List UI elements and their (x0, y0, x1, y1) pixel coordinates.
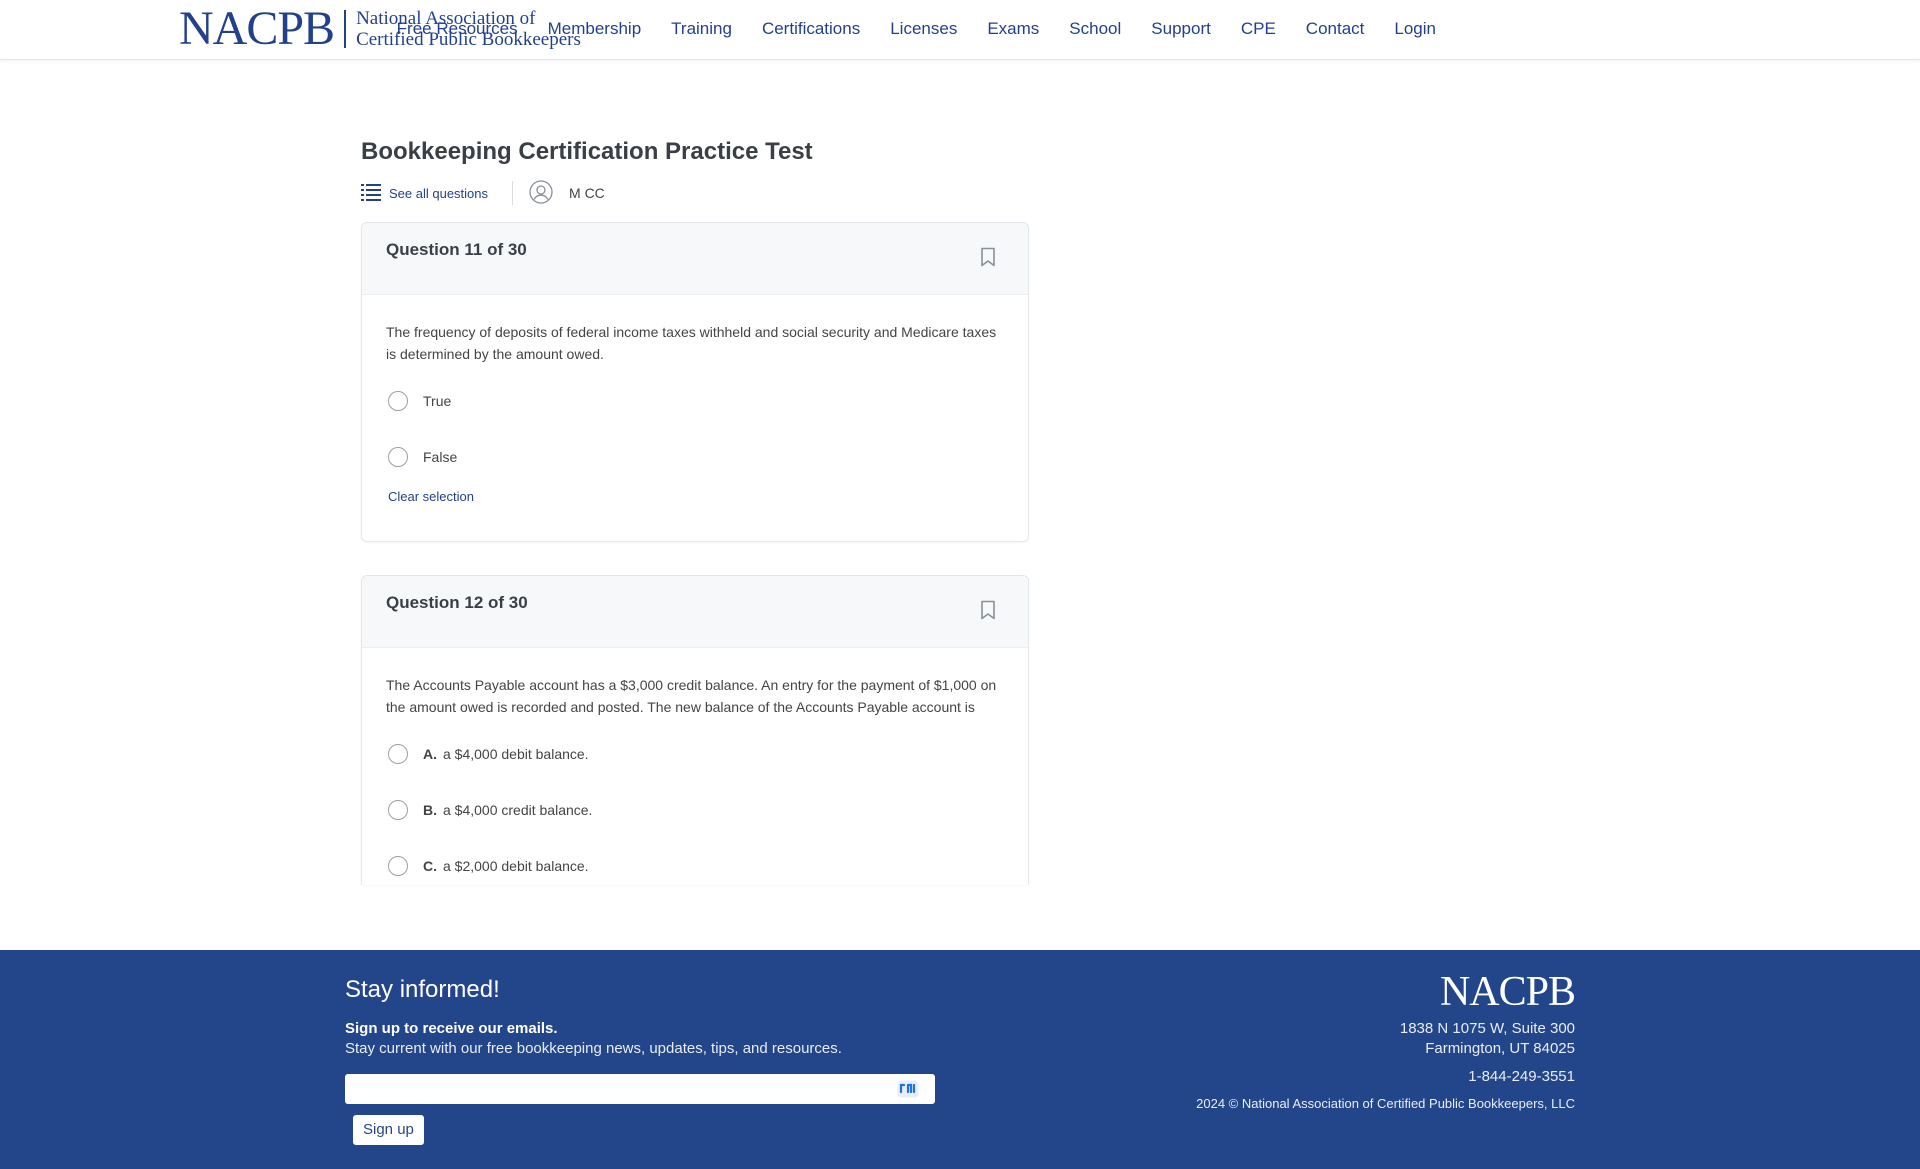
email-field[interactable] (345, 1074, 935, 1104)
test-meta-row: See all questions M CC (361, 179, 1029, 207)
user-info: M CC (529, 179, 605, 207)
site-footer: Stay informed! Sign up to receive our em… (0, 950, 1920, 1169)
meta-divider (512, 181, 514, 205)
answer-option-false[interactable]: False (386, 445, 1004, 469)
question-card: Question 12 of 30 The Accounts Payable a… (361, 575, 1029, 885)
nav-free-resources[interactable]: Free Resources (397, 19, 518, 39)
nav-cpe[interactable]: CPE (1241, 19, 1276, 39)
option-letter: C. (423, 858, 437, 874)
page-title: Bookkeeping Certification Practice Test (361, 138, 813, 165)
option-text: False (423, 449, 458, 465)
option-letter: A. (423, 746, 437, 762)
nav-membership[interactable]: Membership (548, 19, 642, 39)
bookmark-icon[interactable] (980, 600, 996, 625)
footer-logo[interactable]: NACPB (1440, 968, 1576, 1016)
nav-licenses[interactable]: Licenses (890, 19, 957, 39)
nav-support[interactable]: Support (1151, 19, 1211, 39)
clear-selection-link[interactable]: Clear selection (388, 489, 1004, 504)
option-text: a $4,000 debit balance. (443, 746, 589, 762)
nav-school[interactable]: School (1069, 19, 1121, 39)
option-text: True (423, 393, 452, 409)
radio-button[interactable] (388, 447, 408, 467)
footer-heading: Stay informed! (345, 976, 500, 1003)
nav-contact[interactable]: Contact (1306, 19, 1365, 39)
question-number: Question 11 of 30 (386, 240, 527, 259)
address-line-1: 1838 N 1075 W, Suite 300 (1399, 1020, 1575, 1037)
question-header: Question 12 of 30 (362, 576, 1028, 648)
see-all-questions-link[interactable]: See all questions (361, 183, 488, 204)
footer-description: Stay current with our free bookkeeping n… (345, 1040, 842, 1057)
practice-test-main: Bookkeeping Certification Practice Test … (361, 136, 1029, 885)
autofill-icon[interactable] (897, 1080, 919, 1098)
site-header: NACPB National Association of Certified … (0, 0, 1920, 60)
see-all-label: See all questions (389, 185, 489, 201)
copyright: 2024 © National Association of Certified… (1196, 1096, 1575, 1111)
radio-button[interactable] (388, 391, 408, 411)
nav-training[interactable]: Training (671, 19, 732, 39)
question-text: The Accounts Payable account has a $3,00… (386, 677, 997, 715)
question-number: Question 12 of 30 (386, 593, 528, 612)
user-avatar-icon (529, 179, 569, 207)
option-letter: B. (423, 802, 437, 818)
question-card: Question 11 of 30 The frequency of depos… (361, 222, 1029, 542)
answer-option-c[interactable]: C. a $2,000 debit balance. (386, 854, 1004, 878)
question-text: The frequency of deposits of federal inc… (386, 324, 997, 362)
option-text: a $2,000 debit balance. (443, 858, 589, 874)
sign-up-button[interactable]: Sign up (353, 1115, 424, 1145)
nav-exams[interactable]: Exams (987, 19, 1039, 39)
question-header: Question 11 of 30 (362, 223, 1028, 295)
main-nav: Free Resources Membership Training Certi… (397, 19, 1436, 39)
nav-certifications[interactable]: Certifications (762, 19, 860, 39)
question-body: The Accounts Payable account has a $3,00… (362, 648, 1028, 885)
answer-option-b[interactable]: B. a $4,000 credit balance. (386, 798, 1004, 822)
address-line-2: Farmington, UT 84025 (1425, 1040, 1575, 1057)
logo-mark: NACPB (179, 2, 335, 55)
answer-option-a[interactable]: A. a $4,000 debit balance. (386, 742, 1004, 766)
user-name: M CC (569, 185, 605, 201)
list-icon (361, 183, 389, 204)
bookmark-icon[interactable] (980, 247, 996, 272)
logo-divider (344, 10, 347, 48)
footer-subheading: Sign up to receive our emails. (345, 1020, 558, 1037)
radio-button[interactable] (388, 856, 408, 876)
radio-button[interactable] (388, 744, 408, 764)
phone-number[interactable]: 1-844-249-3551 (1468, 1068, 1575, 1085)
nav-login[interactable]: Login (1394, 19, 1436, 39)
answer-option-true[interactable]: True (386, 389, 1004, 413)
question-body: The frequency of deposits of federal inc… (362, 295, 1028, 538)
radio-button[interactable] (388, 800, 408, 820)
option-text: a $4,000 credit balance. (443, 802, 593, 818)
